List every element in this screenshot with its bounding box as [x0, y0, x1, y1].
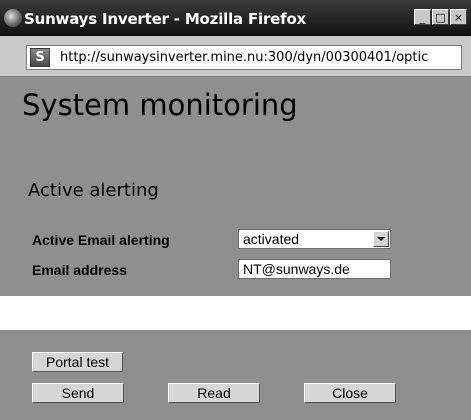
maximize-button[interactable]: □: [432, 9, 449, 25]
chevron-down-icon[interactable]: [373, 231, 389, 247]
address-bar: S http://sunwaysinverter.mine.nu:300/dyn…: [0, 36, 471, 77]
site-icon: S: [30, 48, 50, 67]
email-address-label: Email address: [32, 262, 127, 278]
read-button[interactable]: Read: [168, 383, 260, 403]
send-button[interactable]: Send: [32, 383, 124, 403]
bookmark-star-icon[interactable]: ☆: [441, 46, 459, 66]
minimize-button[interactable]: _: [414, 9, 431, 25]
email-alerting-value: activated: [243, 231, 300, 247]
email-address-input[interactable]: [238, 259, 391, 279]
button-panel: Portal test Send Read Close: [0, 330, 471, 420]
window-title: Sunways Inverter - Mozilla Firefox: [24, 10, 307, 28]
page-title: System monitoring: [22, 88, 298, 122]
email-alerting-select[interactable]: activated: [238, 229, 391, 249]
email-alerting-label: Active Email alerting: [32, 232, 170, 248]
url-text[interactable]: http://sunwaysinverter.mine.nu:300/dyn/0…: [60, 50, 440, 65]
title-bar: Sunways Inverter - Mozilla Firefox _ □ ×: [0, 0, 471, 36]
browser-window: Sunways Inverter - Mozilla Firefox _ □ ×…: [0, 0, 471, 296]
close-button[interactable]: Close: [304, 383, 396, 403]
section-title: Active alerting: [28, 180, 159, 201]
portal-test-button[interactable]: Portal test: [32, 352, 123, 372]
firefox-icon: [4, 9, 22, 27]
close-window-button[interactable]: ×: [450, 9, 467, 25]
